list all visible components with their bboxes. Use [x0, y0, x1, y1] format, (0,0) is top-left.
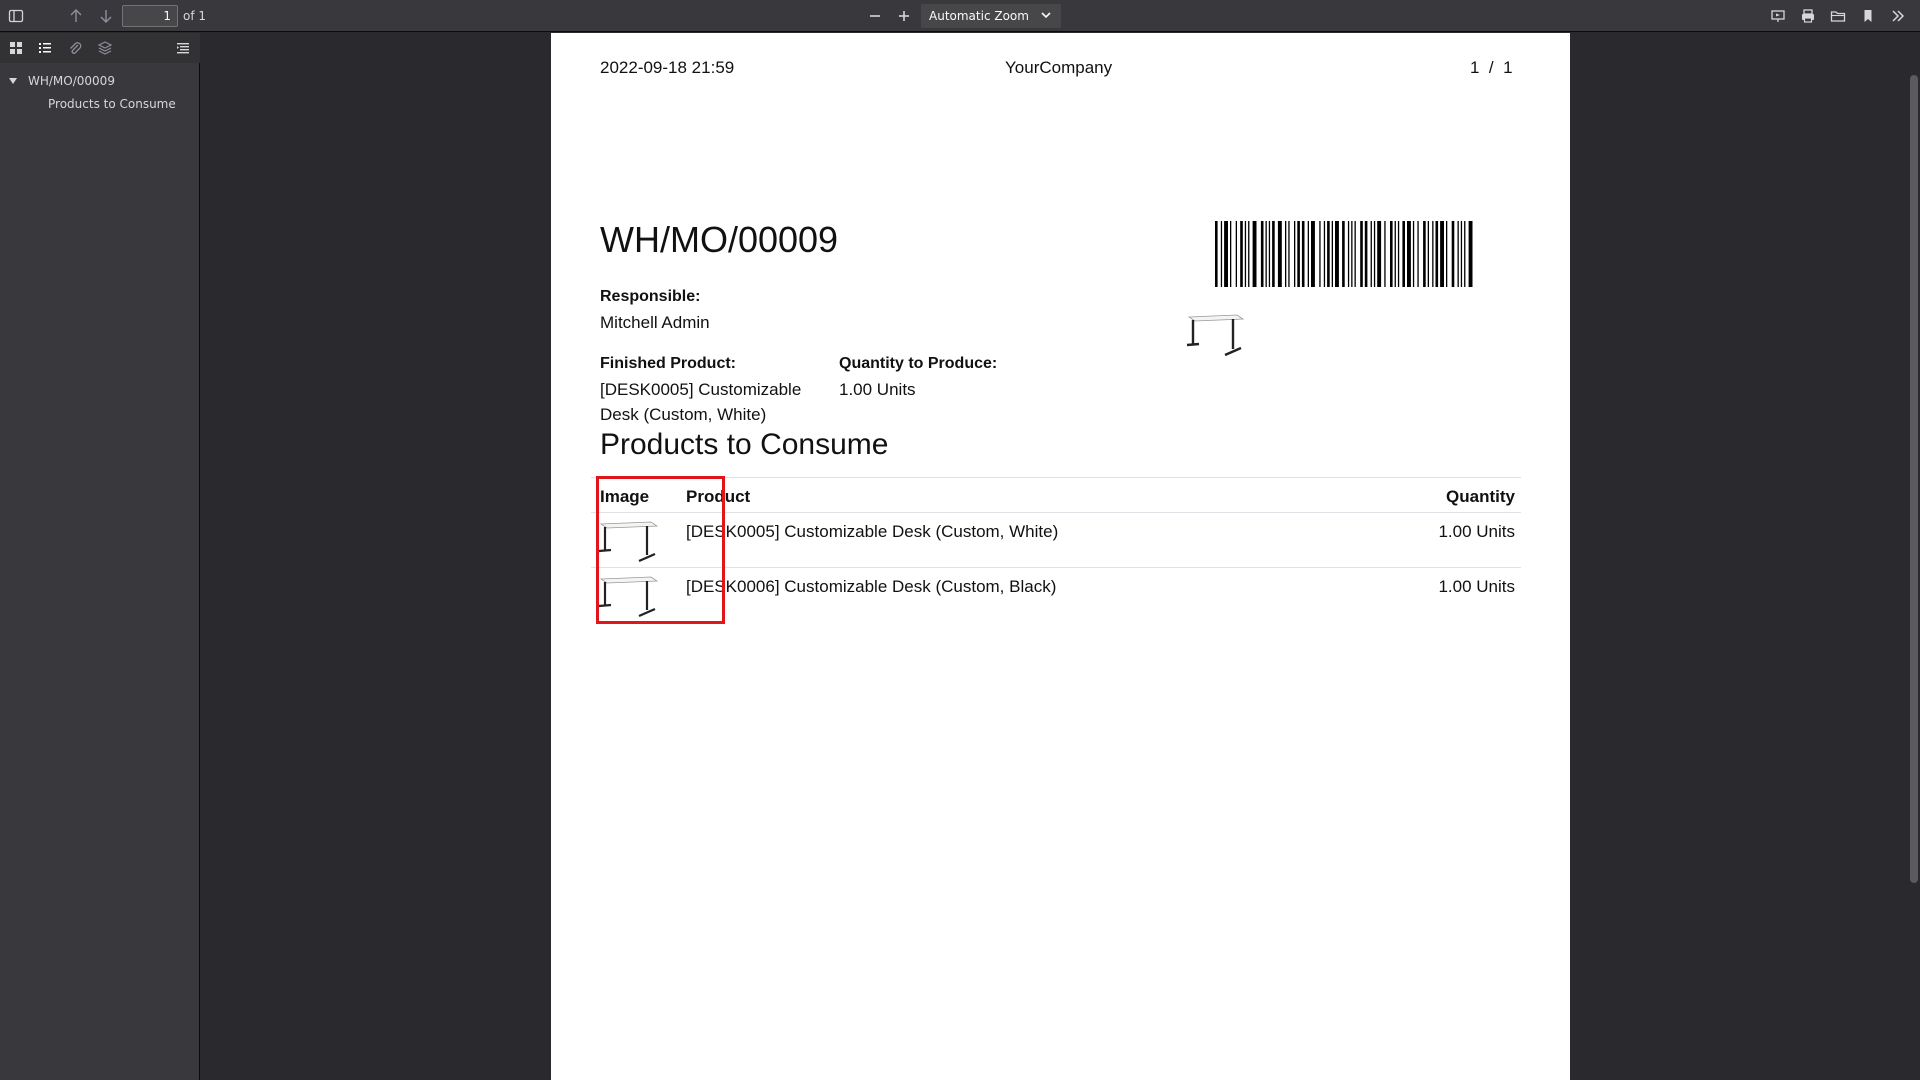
- responsible-label: Responsible:: [600, 288, 701, 305]
- chevron-down-icon: [1039, 8, 1053, 25]
- bookmark-icon[interactable]: [1855, 4, 1881, 28]
- expanded-triangle-icon[interactable]: [8, 75, 18, 85]
- product-quantity: 1.00 Units: [1438, 577, 1515, 596]
- current-outline-item-icon[interactable]: [172, 37, 194, 59]
- product-quantity: 1.00 Units: [1438, 522, 1515, 541]
- barcode-image: [1215, 221, 1473, 287]
- document-outline: WH/MO/00009 Products to Consume: [0, 69, 200, 115]
- table-row: [DESK0005] Customizable Desk (Custom, Wh…: [591, 513, 1521, 568]
- tools-menu-icon[interactable]: [1885, 4, 1911, 28]
- zoom-select[interactable]: Automatic Zoom: [921, 4, 1061, 28]
- finished-product-value-line2: Desk (Custom, White): [600, 405, 767, 424]
- responsible-value: Mitchell Admin: [600, 313, 710, 332]
- column-header-quantity: Quantity: [1446, 487, 1515, 506]
- table-row: [DESK0006] Customizable Desk (Custom, Bl…: [591, 568, 1521, 623]
- page-total: 1: [1503, 58, 1513, 77]
- image-column-highlight: [596, 476, 725, 624]
- sidebar-toggle-icon[interactable]: [3, 4, 29, 28]
- zoom-in-icon[interactable]: [891, 4, 917, 28]
- page-current: 1: [1470, 58, 1480, 77]
- header-company: YourCompany: [1005, 58, 1113, 77]
- previous-page-icon[interactable]: [63, 4, 89, 28]
- next-page-icon[interactable]: [93, 4, 119, 28]
- sidebar-tabs: [0, 33, 200, 63]
- page-separator: /: [1488, 58, 1494, 77]
- print-icon[interactable]: [1795, 4, 1821, 28]
- outline-view-icon[interactable]: [34, 37, 56, 59]
- products-to-consume-title: Products to Consume: [600, 428, 889, 461]
- finished-product-label: Finished Product:: [600, 355, 736, 372]
- finished-product-value-line1: [DESK0005] Customizable: [600, 380, 802, 399]
- zoom-out-icon[interactable]: [862, 4, 888, 28]
- page-count-label: of 1: [183, 9, 207, 23]
- attachments-view-icon[interactable]: [64, 37, 86, 59]
- presentation-mode-icon[interactable]: [1765, 4, 1791, 28]
- quantity-to-produce-label: Quantity to Produce:: [839, 355, 998, 372]
- vertical-scrollbar[interactable]: [1910, 75, 1918, 883]
- outline-item[interactable]: Products to Consume: [0, 92, 200, 115]
- layers-view-icon[interactable]: [94, 37, 116, 59]
- outline-item[interactable]: WH/MO/00009: [0, 69, 200, 92]
- products-table: Image Product Quantity [DESK0005] Custom…: [591, 477, 1521, 623]
- pdf-toolbar: of 1 Automatic Zoom: [0, 0, 1920, 32]
- header-page-number: 1 / 1: [1470, 58, 1513, 78]
- manufacturing-order-title: WH/MO/00009: [600, 219, 839, 260]
- outline-item-label: WH/MO/00009: [28, 73, 115, 88]
- sidebar: WH/MO/00009 Products to Consume: [0, 33, 200, 1080]
- pdf-page: 2022-09-18 21:59 YourCompany 1 / 1 WH/MO…: [551, 33, 1570, 1080]
- desk-product-image: [1186, 314, 1245, 357]
- thumbnails-view-icon[interactable]: [5, 37, 27, 59]
- zoom-select-label: Automatic Zoom: [929, 9, 1029, 23]
- quantity-to-produce-value: 1.00 Units: [839, 380, 916, 399]
- product-name: [DESK0005] Customizable Desk (Custom, Wh…: [686, 522, 1059, 541]
- page-number-input[interactable]: [122, 5, 178, 27]
- header-date: 2022-09-18 21:59: [600, 58, 735, 77]
- product-name: [DESK0006] Customizable Desk (Custom, Bl…: [686, 577, 1057, 596]
- outline-item-label: Products to Consume: [48, 96, 176, 111]
- table-header: Image Product Quantity: [591, 477, 1521, 513]
- open-file-icon[interactable]: [1825, 4, 1851, 28]
